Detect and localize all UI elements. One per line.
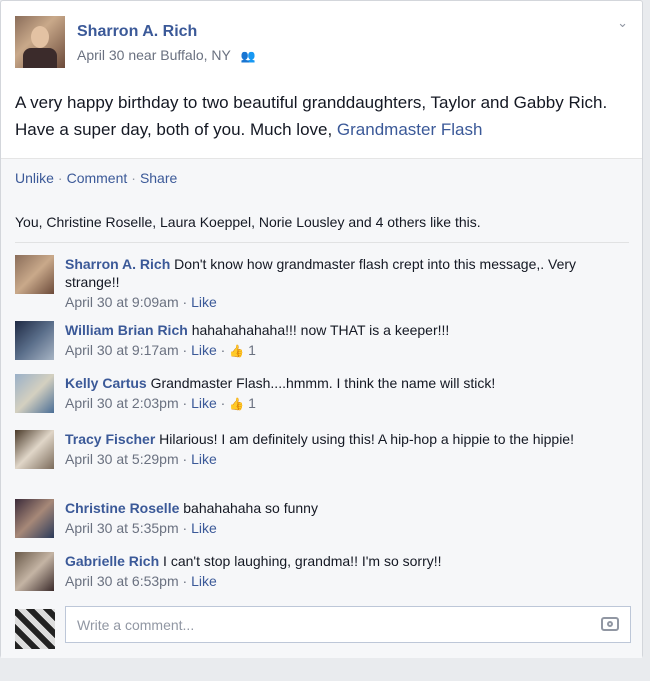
comment-meta: April 30 at 9:17am · Like · 👍 1	[65, 342, 256, 360]
commenter-avatar[interactable]	[15, 374, 54, 413]
post-actions: Unlike · Comment · Share	[15, 170, 177, 186]
thumbs-up-icon[interactable]: 👍	[229, 395, 244, 413]
comment-author[interactable]: Kelly Cartus	[65, 375, 147, 391]
comment-button[interactable]: Comment	[67, 170, 128, 186]
comment-author[interactable]: Gabrielle Rich	[65, 553, 159, 569]
comment-meta: April 30 at 2:03pm · Like · 👍 1	[65, 395, 256, 413]
comment-like-button[interactable]: Like	[191, 395, 217, 411]
thumbs-up-icon[interactable]: 👍	[229, 342, 244, 360]
post-card: Sharron A. Rich April 30 near Buffalo, N…	[0, 0, 643, 658]
grandmaster-flash-link[interactable]: Grandmaster Flash	[337, 120, 483, 139]
commenter-avatar[interactable]	[15, 321, 54, 360]
camera-icon[interactable]	[601, 617, 619, 631]
comment-text: I can't stop laughing, grandma!! I'm so …	[163, 553, 442, 569]
comment-text: Grandmaster Flash....hmmm. I think the n…	[150, 375, 496, 391]
commenter-avatar[interactable]	[15, 255, 54, 294]
commenter-avatar[interactable]	[15, 552, 54, 591]
commenter-avatar[interactable]	[15, 430, 54, 469]
comment-meta: April 30 at 5:35pm · Like	[65, 520, 217, 536]
comment-like-button[interactable]: Like	[191, 573, 217, 589]
comment-time[interactable]: April 30 at 9:17am	[65, 342, 179, 358]
likes-summary[interactable]: You, Christine Roselle, Laura Koeppel, N…	[15, 214, 481, 230]
comment-meta: April 30 at 6:53pm · Like	[65, 573, 217, 589]
comment-like-button[interactable]: Like	[191, 342, 217, 358]
comment-text: Hilarious! I am definitely using this! A…	[159, 431, 574, 447]
post-location[interactable]: near Buffalo, NY	[128, 47, 230, 63]
author-avatar[interactable]	[15, 16, 65, 68]
comment-meta: April 30 at 9:09am · Like	[65, 294, 217, 310]
comment-author[interactable]: William Brian Rich	[65, 322, 188, 338]
divider	[15, 242, 629, 243]
comment-like-count[interactable]: 1	[248, 342, 256, 358]
post-text: A very happy birthday to two beautiful g…	[15, 93, 608, 139]
feedback-section: Unlike · Comment · Share You, Christine Rose…	[1, 158, 642, 658]
comment-meta: April 30 at 5:29pm · Like	[65, 451, 217, 467]
action-separator: ·	[57, 170, 63, 186]
comment-text: hahahahahaha!!! now THAT is a keeper!!!	[191, 322, 450, 338]
comment-input[interactable]	[65, 606, 631, 643]
post-date[interactable]: April 30	[77, 47, 124, 63]
chevron-down-icon[interactable]: ⌄	[617, 15, 628, 31]
comment-time[interactable]: April 30 at 2:03pm	[65, 395, 179, 411]
friends-icon[interactable]: 👥	[240, 49, 255, 63]
comment-time[interactable]: April 30 at 9:09am	[65, 294, 179, 310]
post-author[interactable]: Sharron A. Rich	[77, 23, 197, 41]
viewer-avatar[interactable]	[15, 609, 55, 649]
comment-like-count[interactable]: 1	[248, 395, 256, 411]
comment-author[interactable]: Christine Roselle	[65, 500, 179, 516]
comment-author[interactable]: Sharron A. Rich	[65, 256, 170, 272]
comment-author[interactable]: Tracy Fischer	[65, 431, 155, 447]
comment-time[interactable]: April 30 at 5:35pm	[65, 520, 179, 536]
comment-time[interactable]: April 30 at 6:53pm	[65, 573, 179, 589]
comment-text: bahahahaha so funny	[183, 500, 318, 516]
commenter-avatar[interactable]	[15, 499, 54, 538]
unlike-button[interactable]: Unlike	[15, 170, 54, 186]
share-button[interactable]: Share	[140, 170, 177, 186]
comment-like-button[interactable]: Like	[191, 294, 217, 310]
action-separator: ·	[131, 170, 136, 186]
comment-like-button[interactable]: Like	[191, 451, 217, 467]
comment-like-button[interactable]: Like	[191, 520, 217, 536]
post-meta: April 30 near Buffalo, NY 👥	[77, 47, 255, 63]
comment-time[interactable]: April 30 at 5:29pm	[65, 451, 179, 467]
comment-composer	[15, 606, 631, 649]
